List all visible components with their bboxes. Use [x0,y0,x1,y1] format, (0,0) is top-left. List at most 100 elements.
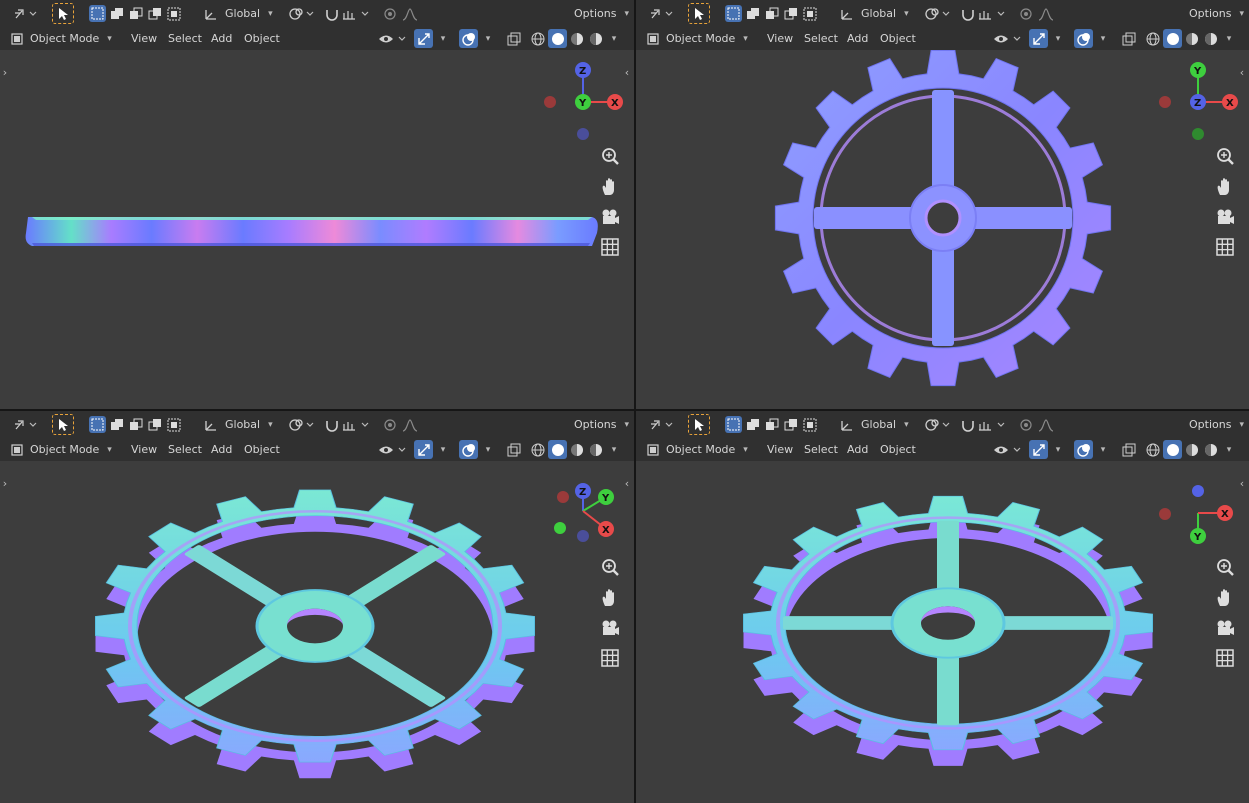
hand-icon[interactable] [1215,588,1235,608]
select-subtract-button[interactable] [128,414,144,435]
menu-select[interactable]: Select [800,28,842,49]
falloff-dropdown[interactable] [401,414,419,435]
menu-object[interactable]: Object [240,28,284,49]
gear-mesh-top[interactable] [773,50,1113,390]
proportional-edit-toggle[interactable] [1018,414,1034,435]
gizmo-neg-x[interactable] [1159,96,1171,108]
select-difference-button[interactable] [783,3,799,24]
hand-icon[interactable] [1215,177,1235,197]
gizmo-dropdown[interactable]: ▾ [436,439,450,460]
shading-solid[interactable] [1163,29,1182,48]
editor-type-button[interactable] [10,414,40,435]
visibility-dropdown[interactable] [378,28,408,49]
pivot-point-dropdown[interactable] [924,3,952,24]
viewport-front[interactable]: Global ▾ Options ▾ Object Mode ▾ View Se… [0,0,634,409]
gizmo-neg-x[interactable] [544,96,556,108]
toolbar-expand-arrow[interactable]: › [0,66,10,80]
shading-solid[interactable] [548,440,567,459]
gizmo-dropdown[interactable]: ▾ [436,28,450,49]
select-extend-button[interactable] [109,414,125,435]
hand-icon[interactable] [600,588,620,608]
menu-select[interactable]: Select [800,439,842,460]
xray-toggle[interactable] [506,28,522,49]
zoom-in-icon[interactable] [1215,558,1235,578]
xray-toggle[interactable] [1121,439,1137,460]
overlays-dropdown[interactable]: ▾ [1096,439,1110,460]
grid-icon[interactable] [600,648,620,668]
options-dropdown[interactable]: Options ▾ [1185,3,1245,24]
select-tool-button[interactable] [688,414,710,435]
overlays-dropdown[interactable]: ▾ [1096,28,1110,49]
falloff-dropdown[interactable] [1037,3,1055,24]
menu-add[interactable]: Add [207,439,236,460]
viewport-top[interactable]: Global ▾ Options ▾ Object Mode ▾ View Selec… [636,0,1249,409]
select-subtract-button[interactable] [764,414,780,435]
viewport-perspective-right[interactable]: Global ▾ Options ▾ Object Mode ▾ View Selec… [636,411,1249,803]
menu-add[interactable]: Add [843,439,872,460]
select-subtract-button[interactable] [764,3,780,24]
grid-icon[interactable] [600,237,620,257]
proportional-edit-toggle[interactable] [382,414,398,435]
xray-toggle[interactable] [1121,28,1137,49]
gizmo-dropdown[interactable]: ▾ [1051,28,1065,49]
shading-rendered[interactable] [1203,28,1219,49]
object-mode-dropdown[interactable]: Object Mode ▾ [646,439,756,460]
select-intersect-button[interactable] [166,3,182,24]
select-difference-button[interactable] [783,414,799,435]
editor-type-button[interactable] [10,3,40,24]
editor-type-button[interactable] [646,414,676,435]
navigation-gizmo[interactable]: Z Y X [540,476,630,546]
shading-material[interactable] [569,28,585,49]
select-intersect-button[interactable] [166,414,182,435]
gizmo-toggle[interactable] [414,29,433,48]
gizmo-neg-z[interactable] [577,530,589,542]
navigation-gizmo[interactable]: Y X Z [1155,60,1245,144]
proportional-edit-toggle[interactable] [1018,3,1034,24]
select-extend-button[interactable] [745,3,761,24]
gizmo-neg-x[interactable] [1159,508,1171,520]
select-difference-button[interactable] [147,414,163,435]
box-select-new-button[interactable] [725,5,742,22]
visibility-dropdown[interactable] [993,439,1023,460]
grid-icon[interactable] [1215,237,1235,257]
gizmo-neg-x[interactable] [557,491,569,503]
zoom-in-icon[interactable] [1215,147,1235,167]
shading-dropdown[interactable]: ▾ [607,439,621,460]
toolbar-expand-arrow[interactable]: › [0,477,10,491]
shading-wireframe[interactable] [1145,439,1161,460]
snap-target-dropdown[interactable] [341,3,371,24]
pivot-point-dropdown[interactable] [924,414,952,435]
box-select-new-button[interactable] [89,5,106,22]
select-tool-button[interactable] [52,3,74,24]
falloff-dropdown[interactable] [1037,414,1055,435]
pivot-point-dropdown[interactable] [288,414,316,435]
overlays-dropdown[interactable]: ▾ [481,28,495,49]
shading-dropdown[interactable]: ▾ [1222,28,1236,49]
transform-orientation-dropdown[interactable]: Global ▾ [203,414,283,435]
object-mode-dropdown[interactable]: Object Mode ▾ [10,28,120,49]
editor-type-button[interactable] [646,3,676,24]
select-intersect-button[interactable] [802,3,818,24]
select-extend-button[interactable] [109,3,125,24]
options-dropdown[interactable]: Options ▾ [570,414,630,435]
menu-add[interactable]: Add [843,28,872,49]
snap-toggle[interactable] [959,3,977,24]
grid-icon[interactable] [1215,648,1235,668]
gizmo-neg-y[interactable] [1192,128,1204,140]
box-select-new-button[interactable] [89,416,106,433]
object-mode-dropdown[interactable]: Object Mode ▾ [10,439,120,460]
gear-mesh-perspective[interactable] [90,466,540,796]
gear-mesh-side[interactable] [22,205,602,255]
falloff-dropdown[interactable] [401,3,419,24]
menu-object[interactable]: Object [876,439,920,460]
visibility-dropdown[interactable] [378,439,408,460]
menu-view[interactable]: View [127,439,161,460]
shading-material[interactable] [1184,28,1200,49]
snap-target-dropdown[interactable] [977,3,1007,24]
proportional-edit-toggle[interactable] [382,3,398,24]
options-dropdown[interactable]: Options ▾ [570,3,630,24]
gizmo-toggle[interactable] [414,440,433,459]
select-tool-button[interactable] [52,414,74,435]
zoom-in-icon[interactable] [600,147,620,167]
options-dropdown[interactable]: Options ▾ [1185,414,1245,435]
